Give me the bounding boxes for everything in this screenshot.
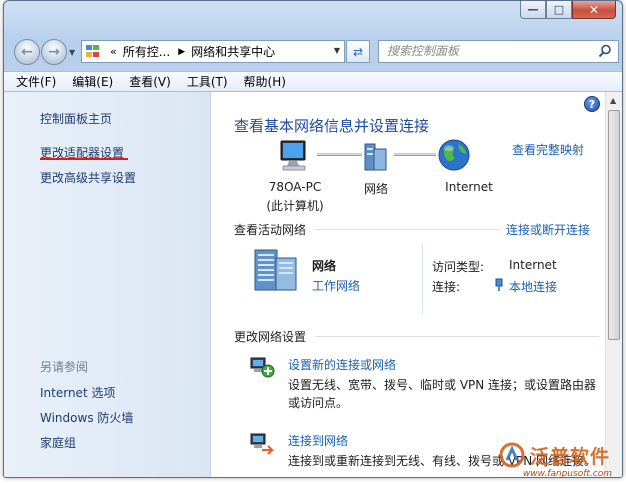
watermark-text: 泛普软件 bbox=[529, 445, 610, 468]
address-overflow-chevron[interactable]: « bbox=[110, 45, 117, 58]
section-divider bbox=[315, 229, 499, 230]
fanpu-logo-icon bbox=[499, 442, 525, 468]
sidebar-item-homegroup[interactable]: 家庭组 bbox=[40, 434, 76, 451]
address-bar[interactable]: « 所有控... ▶ 网络和共享中心 ▼ bbox=[81, 40, 345, 63]
access-type-label: 访问类型: bbox=[432, 260, 485, 274]
ethernet-plug-icon bbox=[495, 278, 503, 291]
caption-buttons: — □ ✕ bbox=[520, 1, 616, 19]
computer-icon[interactable] bbox=[275, 139, 315, 173]
breadcrumb-arrow-icon[interactable]: ▶ bbox=[178, 47, 185, 57]
work-network-icon[interactable] bbox=[251, 248, 303, 292]
setup-new-connection-desc: 设置无线、宽带、拨号、临时或 VPN 连接；或设置路由器或访问点。 bbox=[288, 378, 597, 410]
change-settings-heading: 更改网络设置 bbox=[234, 330, 307, 344]
maximize-button[interactable]: □ bbox=[546, 1, 572, 19]
connect-to-network-link[interactable]: 连接到网络 bbox=[288, 432, 348, 449]
search-icon[interactable] bbox=[598, 44, 612, 58]
recent-pages-dropdown-icon[interactable]: ▼ bbox=[69, 48, 75, 57]
menu-edit[interactable]: 编辑(E) bbox=[72, 73, 113, 90]
active-network-name: 网络 bbox=[312, 259, 337, 273]
view-full-map-link[interactable]: 查看完整映射 bbox=[512, 141, 584, 158]
vertical-scrollbar[interactable]: ▲ bbox=[605, 92, 622, 477]
breadcrumb-item-all-control-panel[interactable]: 所有控... bbox=[123, 43, 170, 60]
back-button[interactable]: ← bbox=[14, 39, 40, 65]
network-icon[interactable] bbox=[361, 140, 391, 172]
menu-help[interactable]: 帮助(H) bbox=[244, 73, 286, 90]
scrollbar-thumb[interactable] bbox=[608, 110, 620, 340]
menu-file[interactable]: 文件(F) bbox=[16, 73, 56, 90]
page-title: 查看基本网络信息并设置连接 bbox=[234, 117, 430, 135]
vertical-divider bbox=[422, 244, 423, 314]
menu-tools[interactable]: 工具(T) bbox=[187, 73, 228, 90]
search-placeholder: 搜索控制面板 bbox=[387, 44, 460, 58]
setup-new-connection-link[interactable]: 设置新的连接或网络 bbox=[288, 356, 396, 373]
section-divider bbox=[315, 336, 599, 337]
explorer-window: — □ ✕ ← → ▼ « 所有控... ▶ 网络和共享中心 ▼ ⇄ 搜索控制面… bbox=[3, 0, 623, 478]
menu-view[interactable]: 查看(V) bbox=[129, 73, 171, 90]
sidebar-item-windows-firewall[interactable]: Windows 防火墙 bbox=[40, 409, 133, 426]
close-button[interactable]: ✕ bbox=[572, 1, 616, 19]
connector-line bbox=[394, 153, 436, 156]
connector-line bbox=[317, 153, 362, 156]
internet-globe-icon[interactable] bbox=[437, 138, 471, 172]
sidebar-item-advanced-sharing[interactable]: 更改高级共享设置 bbox=[40, 169, 136, 186]
highlight-underline bbox=[40, 158, 128, 160]
sidebar-item-control-panel-home[interactable]: 控制面板主页 bbox=[40, 110, 112, 127]
new-connection-icon[interactable] bbox=[249, 354, 275, 380]
forward-button[interactable]: → bbox=[41, 39, 67, 65]
watermark-url: www.fanpusoft.com bbox=[522, 469, 612, 478]
connect-to-network-icon[interactable] bbox=[249, 430, 275, 456]
breadcrumb-item-network-center[interactable]: 网络和共享中心 bbox=[191, 43, 275, 60]
menu-bar: 文件(F) 编辑(E) 查看(V) 工具(T) 帮助(H) bbox=[4, 71, 622, 92]
help-icon[interactable]: ? bbox=[584, 96, 600, 112]
refresh-button[interactable]: ⇄ bbox=[346, 40, 370, 63]
control-panel-icon bbox=[86, 44, 102, 59]
minimize-button[interactable]: — bbox=[520, 1, 546, 19]
local-connection-link[interactable]: 本地连接 bbox=[509, 278, 557, 295]
main-pane: ? 查看基本网络信息并设置连接 查看完整映射 78OA-PC (此计算机) 网络… bbox=[211, 92, 622, 478]
watermark-logo: 泛普软件 bbox=[498, 441, 610, 469]
see-also-heading: 另请参阅 bbox=[40, 360, 89, 374]
access-type-value: Internet bbox=[509, 258, 557, 272]
network-type-link[interactable]: 工作网络 bbox=[312, 277, 360, 294]
task-pane: 控制面板主页 更改适配器设置 更改高级共享设置 另请参阅 Internet 选项… bbox=[4, 92, 211, 477]
internet-label: Internet bbox=[445, 180, 493, 194]
computer-label: 78OA-PC bbox=[268, 180, 322, 194]
scroll-up-icon[interactable]: ▲ bbox=[610, 96, 616, 105]
computer-sublabel: (此计算机) bbox=[266, 199, 324, 213]
active-networks-heading: 查看活动网络 bbox=[234, 223, 307, 237]
address-dropdown-icon[interactable]: ▼ bbox=[334, 46, 340, 55]
connection-label: 连接: bbox=[432, 280, 461, 294]
navigation-bar: ← → ▼ « 所有控... ▶ 网络和共享中心 ▼ ⇄ 搜索控制面板 bbox=[4, 33, 622, 67]
network-label: 网络 bbox=[363, 182, 388, 196]
sidebar-item-internet-options[interactable]: Internet 选项 bbox=[40, 384, 115, 401]
search-input[interactable]: 搜索控制面板 bbox=[378, 40, 619, 63]
content-area: 控制面板主页 更改适配器设置 更改高级共享设置 另请参阅 Internet 选项… bbox=[4, 92, 622, 478]
connect-disconnect-link[interactable]: 连接或断开连接 bbox=[506, 221, 590, 238]
